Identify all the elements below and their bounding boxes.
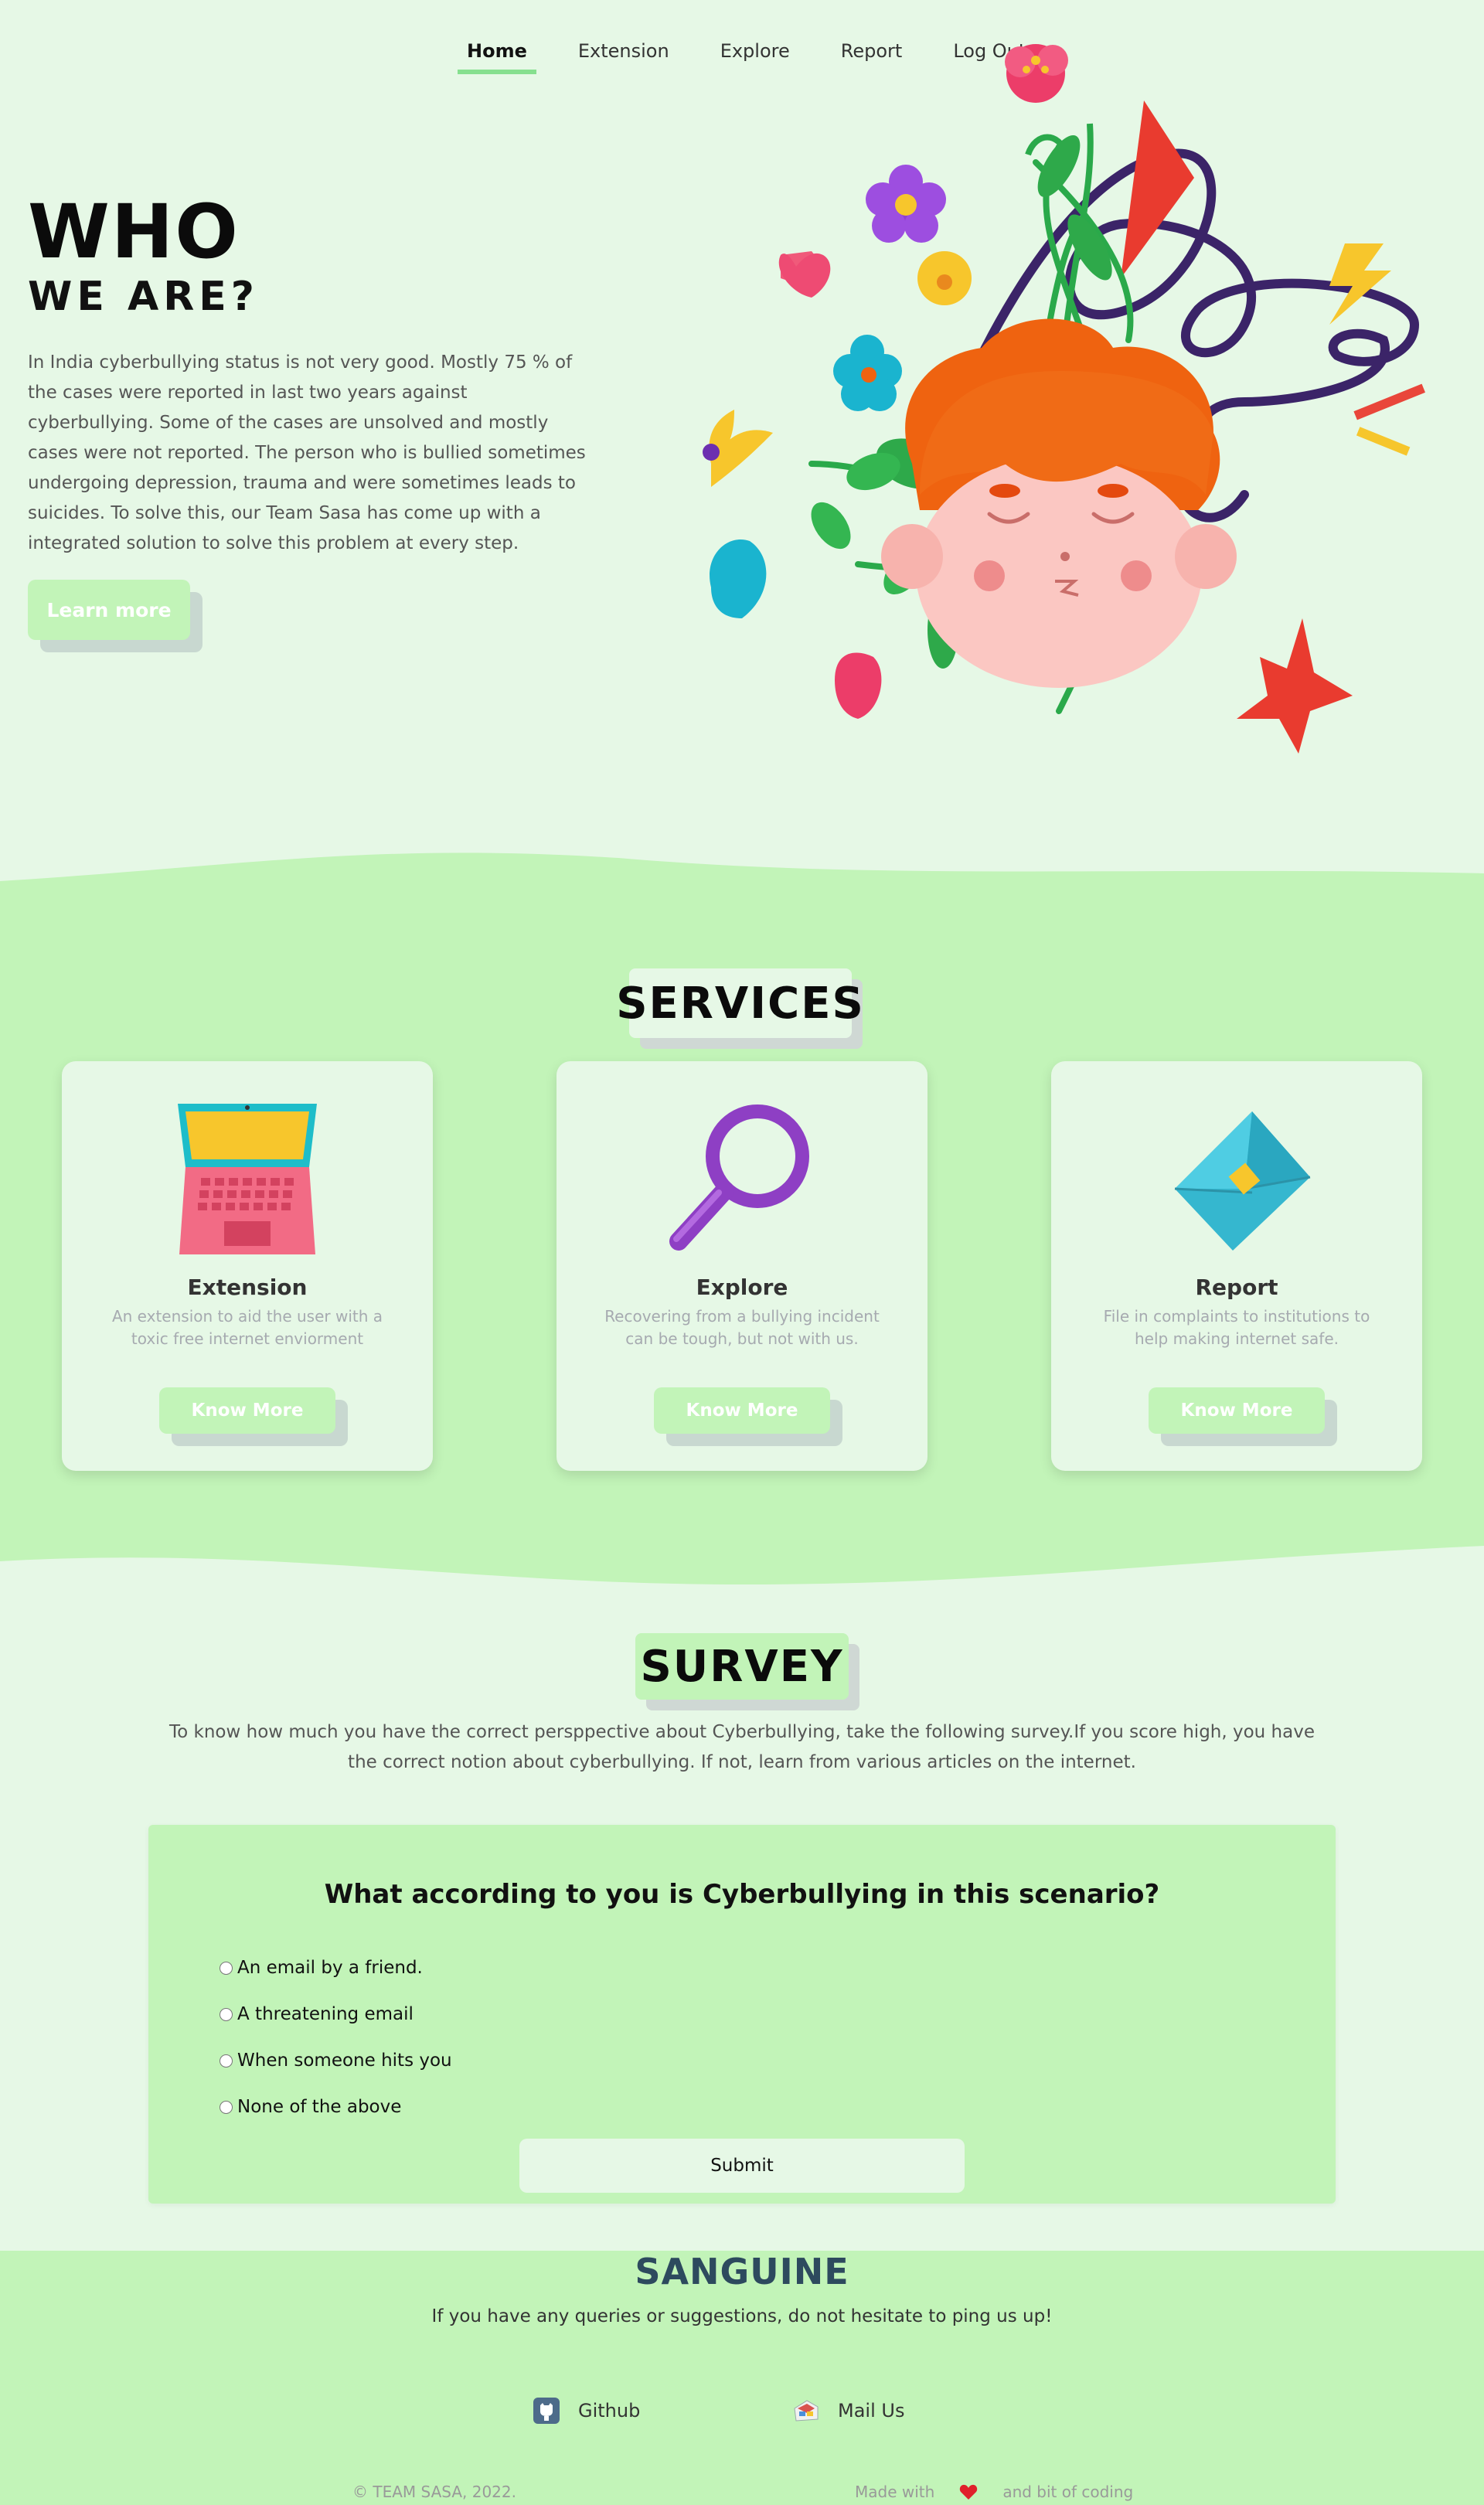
cyan-flower-left xyxy=(710,539,767,618)
purple-flower xyxy=(866,165,946,243)
know-more-wrap: Know More xyxy=(1149,1387,1337,1449)
card-description: File in complaints to institutions to he… xyxy=(1103,1307,1370,1348)
service-card-explore: Explore Recovering from a bullying incid… xyxy=(556,1061,928,1471)
survey-option[interactable]: When someone hits you xyxy=(220,2051,452,2071)
option-radio[interactable] xyxy=(220,2100,233,2114)
option-label: When someone hits you xyxy=(237,2051,452,2071)
know-more-button[interactable]: Know More xyxy=(159,1387,335,1434)
hero-title: WHO xyxy=(28,189,240,275)
mail-icon xyxy=(794,2400,819,2422)
survey-option[interactable]: An email by a friend. xyxy=(220,1958,423,1978)
option-label: An email by a friend. xyxy=(237,1958,423,1978)
envelope-icon xyxy=(1174,1111,1311,1251)
option-label: A threatening email xyxy=(237,2004,414,2024)
github-link[interactable]: Github xyxy=(533,2398,640,2424)
yellow-flower-left xyxy=(703,410,773,487)
survey-option[interactable]: A threatening email xyxy=(220,2004,414,2024)
learn-more-button[interactable]: Learn more xyxy=(28,580,190,640)
footer: SANGUINE If you have any queries or sugg… xyxy=(0,2251,1484,2505)
card-title: Explore xyxy=(696,1275,788,1300)
footer-brand: SANGUINE xyxy=(635,2251,849,2292)
cyan-flower xyxy=(833,335,902,411)
know-more-wrap: Know More xyxy=(159,1387,348,1449)
survey-form: What according to you is Cyberbullying i… xyxy=(148,1825,1336,2204)
pink-flower-top xyxy=(1005,44,1068,103)
know-more-button[interactable]: Know More xyxy=(654,1387,830,1434)
card-title: Extension xyxy=(187,1275,308,1300)
hero-description: In India cyberbullying status is not ver… xyxy=(28,352,586,553)
heart-icon xyxy=(960,2484,978,2500)
survey-option[interactable]: None of the above xyxy=(220,2097,401,2117)
know-more-button[interactable]: Know More xyxy=(1149,1387,1325,1434)
card-description: An extension to aid the user with a toxi… xyxy=(111,1307,383,1348)
survey-question: What according to you is Cyberbullying i… xyxy=(324,1879,1160,1910)
made-with: Made with and bit of coding xyxy=(855,2483,1133,2501)
option-radio[interactable] xyxy=(220,1961,233,1975)
card-description: Recovering from a bullying incident can … xyxy=(604,1307,880,1348)
survey-title: SURVEY xyxy=(635,1633,849,1700)
made-prefix: Made with xyxy=(855,2483,935,2501)
hero-subtitle: WE ARE? xyxy=(28,274,259,320)
made-suffix: and bit of coding xyxy=(1002,2483,1134,2501)
yellow-flower-mid xyxy=(917,251,972,305)
github-label: Github xyxy=(578,2400,641,2422)
know-more-wrap: Know More xyxy=(654,1387,842,1449)
magnifier-icon xyxy=(669,1104,809,1251)
mail-link[interactable]: Mail Us xyxy=(793,2398,904,2424)
mail-label: Mail Us xyxy=(838,2400,905,2422)
submit-button[interactable]: Submit xyxy=(519,2139,965,2193)
copyright: © TEAM SASA, 2022. xyxy=(352,2483,516,2501)
boy-with-flowers-illustration xyxy=(703,44,1425,754)
service-card-report: Report File in complaints to institution… xyxy=(1051,1061,1422,1471)
services-title: SERVICES xyxy=(616,968,863,1038)
card-title: Report xyxy=(1195,1275,1278,1300)
option-label: None of the above xyxy=(237,2097,402,2117)
nav-home[interactable]: Home xyxy=(458,34,536,74)
github-icon xyxy=(533,2398,560,2424)
laptop-icon xyxy=(178,1104,317,1254)
option-radio[interactable] xyxy=(220,2007,233,2021)
services-title-wrap: SERVICES xyxy=(616,968,863,1049)
pink-bud xyxy=(835,652,882,719)
option-radio[interactable] xyxy=(220,2054,233,2068)
survey-description: To know how much you have the correct pe… xyxy=(169,1722,1315,1772)
learn-more-button-wrap: Learn more xyxy=(28,580,203,652)
footer-tagline: If you have any queries or suggestions, … xyxy=(431,2306,1053,2326)
survey-title-wrap: SURVEY xyxy=(635,1633,859,1710)
service-card-extension: Extension An extension to aid the user w… xyxy=(62,1061,433,1471)
